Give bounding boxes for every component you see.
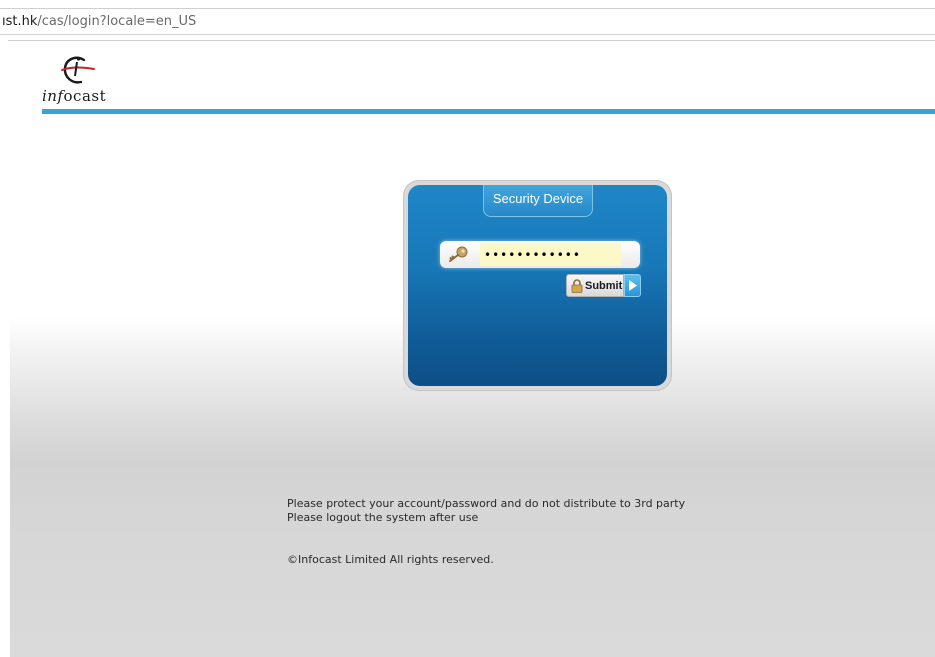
submit-arrow-button[interactable] [624, 274, 641, 297]
logo-wordmark: infocast [42, 87, 106, 105]
infocast-logo: infocast [42, 54, 122, 110]
password-input[interactable] [480, 243, 621, 266]
address-path: /cas/login?locale=en_US [37, 14, 197, 29]
password-field-wrapper [440, 241, 640, 268]
logo-wordmark-rest: ocast [63, 87, 107, 105]
logo-wordmark-italic: inf [42, 87, 64, 105]
key-icon [449, 246, 468, 262]
submit-button-group: Submit [566, 274, 644, 297]
submit-button-label: Submit [585, 280, 623, 292]
page: ıst.hk/cas/login?locale=en_US infocast S… [0, 0, 935, 657]
login-panel-frame: Security Device •••••••••••• Submit [403, 180, 672, 391]
security-device-tab: Security Device [483, 185, 593, 217]
security-device-tab-label: Security Device [492, 191, 584, 206]
toolbar-divider [8, 40, 935, 41]
login-panel: Security Device •••••••••••• Submit [408, 185, 667, 386]
infocast-logo-icon [61, 56, 95, 84]
address-url[interactable]: ıst.hk/cas/login?locale=en_US [2, 14, 196, 29]
notice-line-2: Please logout the system after use [287, 511, 479, 524]
security-notice: Please protect your account/password and… [287, 497, 685, 525]
address-host: ıst.hk [2, 14, 38, 29]
play-arrow-icon [629, 280, 637, 291]
address-bar[interactable]: ıst.hk/cas/login?locale=en_US [0, 8, 935, 35]
notice-line-1: Please protect your account/password and… [287, 497, 686, 510]
lock-icon [571, 279, 583, 293]
page-content: infocast Security Device •••••••••••• Su… [10, 42, 935, 657]
submit-button[interactable]: Submit [566, 274, 624, 297]
copyright-text: ©Infocast Limited All rights reserved. [287, 553, 494, 566]
header-accent-line [42, 109, 935, 114]
